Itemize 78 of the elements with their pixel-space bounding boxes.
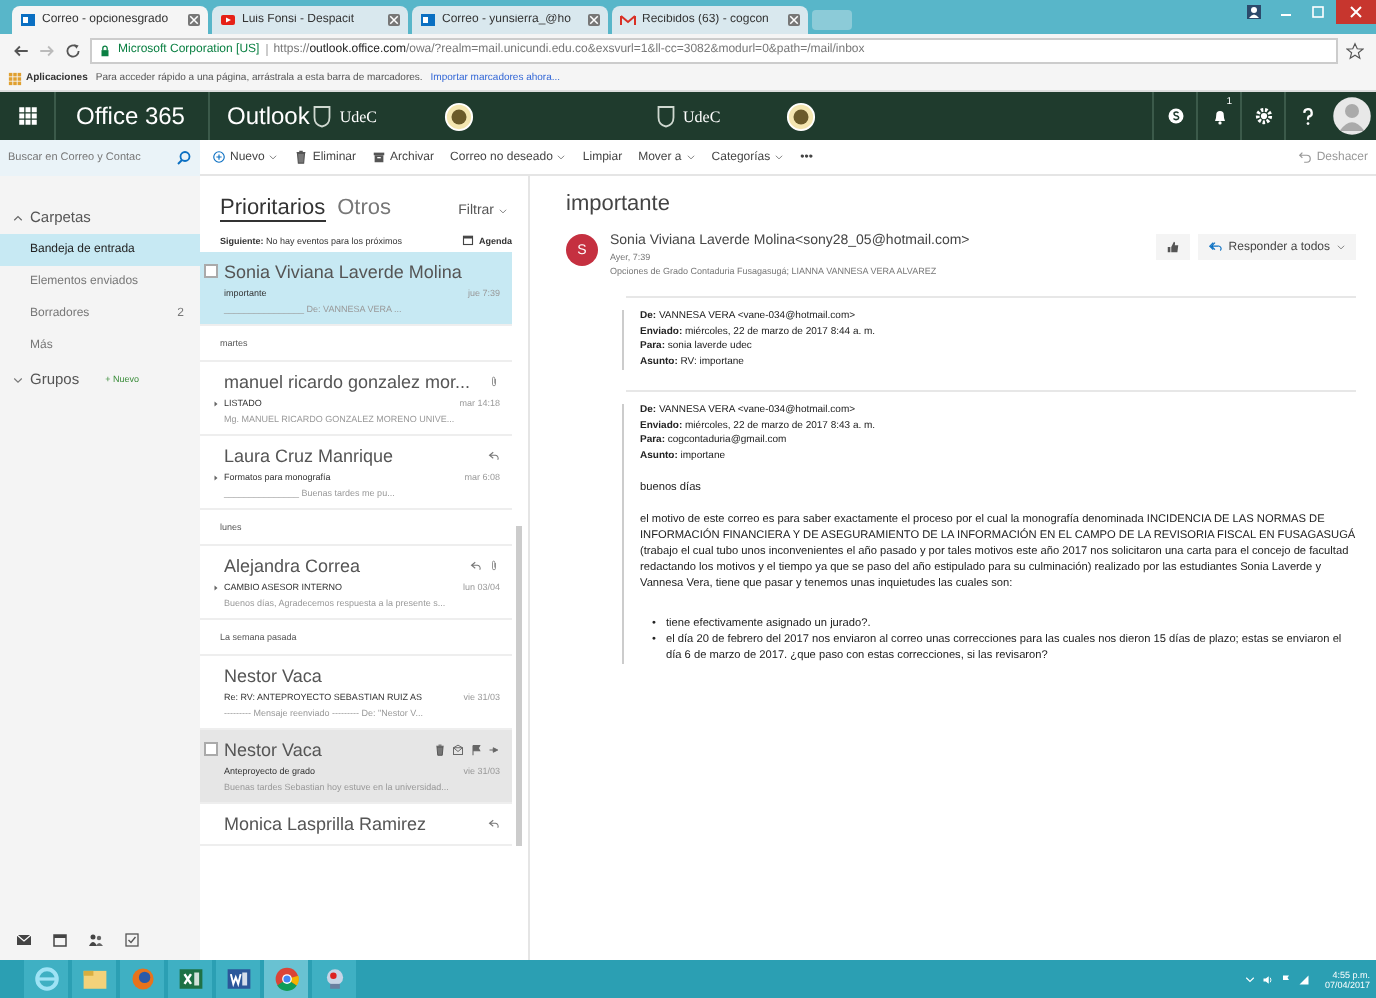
caret-icon xyxy=(556,152,567,162)
caret-icon xyxy=(1336,242,1346,252)
sender-name: Laura Cruz Manrique xyxy=(224,446,394,466)
trash-icon[interactable] xyxy=(434,744,446,756)
sender-name: Sonia Viviana Laverde Molina xyxy=(224,262,462,282)
trash-icon xyxy=(294,150,309,164)
close-icon[interactable] xyxy=(1336,0,1376,24)
chevron-icon[interactable] xyxy=(1244,973,1257,985)
envelope-icon[interactable] xyxy=(452,744,464,756)
caret-icon xyxy=(774,152,785,162)
reload-icon[interactable] xyxy=(64,41,82,59)
message-item[interactable]: Monica Lasprilla Ramirez xyxy=(200,804,512,846)
sender-name: manuel ricardo gonzalez mor... xyxy=(224,372,471,392)
logo-text: UdeC xyxy=(683,107,721,125)
select-checkbox[interactable] xyxy=(204,264,218,278)
settings-icon xyxy=(1253,106,1273,126)
help-icon xyxy=(1297,106,1317,126)
grid-icon xyxy=(8,71,22,85)
close-icon[interactable] xyxy=(188,14,200,26)
mail-app-icon xyxy=(20,12,36,28)
undo-icon xyxy=(1298,150,1313,164)
checkbox-icon[interactable] xyxy=(124,932,140,948)
signal-icon[interactable] xyxy=(1298,973,1311,985)
avatar-icon[interactable] xyxy=(1332,96,1372,136)
flag-icon[interactable] xyxy=(470,744,482,756)
sender-name: Nestor Vaca xyxy=(224,740,322,760)
plus-circle-icon xyxy=(212,150,226,164)
close-icon[interactable] xyxy=(588,14,600,26)
inbox-tab[interactable]: Otros xyxy=(337,196,391,220)
crest-icon xyxy=(309,102,334,130)
crest-icon xyxy=(653,102,678,130)
reply-all-icon xyxy=(1208,240,1223,254)
play-icon xyxy=(220,12,236,28)
lock-icon xyxy=(98,43,112,57)
caret-icon xyxy=(268,152,279,162)
sender-name: Alejandra Correa xyxy=(224,556,361,576)
grid-icon xyxy=(17,106,37,126)
calendar-icon[interactable] xyxy=(52,932,68,948)
chrome-icon xyxy=(273,966,299,992)
folder-icon xyxy=(81,966,107,992)
message-subject-title: importante xyxy=(566,192,672,216)
scrollbar[interactable] xyxy=(516,526,522,846)
mail-app-icon xyxy=(420,12,436,28)
caret-icon xyxy=(498,206,508,216)
logo-text: UdeC xyxy=(339,107,378,125)
emblem-icon xyxy=(786,101,817,131)
browser-e-icon xyxy=(33,966,59,992)
back-icon[interactable] xyxy=(12,41,30,59)
search-icon[interactable] xyxy=(176,149,192,165)
bookmark-star-icon[interactable] xyxy=(1346,41,1364,59)
thumbs-up-icon xyxy=(1166,240,1181,254)
sender-name: Nestor Vaca xyxy=(224,666,322,686)
chevron-icon xyxy=(12,373,24,385)
inbox-tab[interactable]: Prioritarios xyxy=(220,196,326,222)
chat-icon xyxy=(1165,106,1185,126)
like-button[interactable] xyxy=(1156,234,1191,260)
taskbar-app-button[interactable] xyxy=(216,960,260,998)
envelope-icon xyxy=(620,12,636,28)
chevron-icon xyxy=(12,211,24,223)
speaker-icon[interactable] xyxy=(1262,973,1275,985)
bell-icon xyxy=(1209,106,1229,126)
app-title[interactable]: Outlook xyxy=(210,102,310,130)
fox-globe-icon xyxy=(129,966,155,992)
spreadsheet-app-icon xyxy=(177,966,203,992)
document-app-icon xyxy=(225,966,251,992)
select-checkbox[interactable] xyxy=(204,742,218,756)
flag-icon[interactable] xyxy=(1280,973,1293,985)
sender-name: Monica Lasprilla Ramirez xyxy=(224,814,427,834)
caret-icon xyxy=(685,152,696,162)
close-icon[interactable] xyxy=(788,14,800,26)
close-icon[interactable] xyxy=(388,14,400,26)
archive-box-icon xyxy=(372,150,387,164)
people-icon[interactable] xyxy=(88,932,104,948)
taskbar-app-button[interactable] xyxy=(168,960,212,998)
emblem-icon xyxy=(443,101,474,131)
mail-icon[interactable] xyxy=(16,932,32,948)
calendar-icon xyxy=(462,234,475,246)
app-icon xyxy=(321,966,347,992)
